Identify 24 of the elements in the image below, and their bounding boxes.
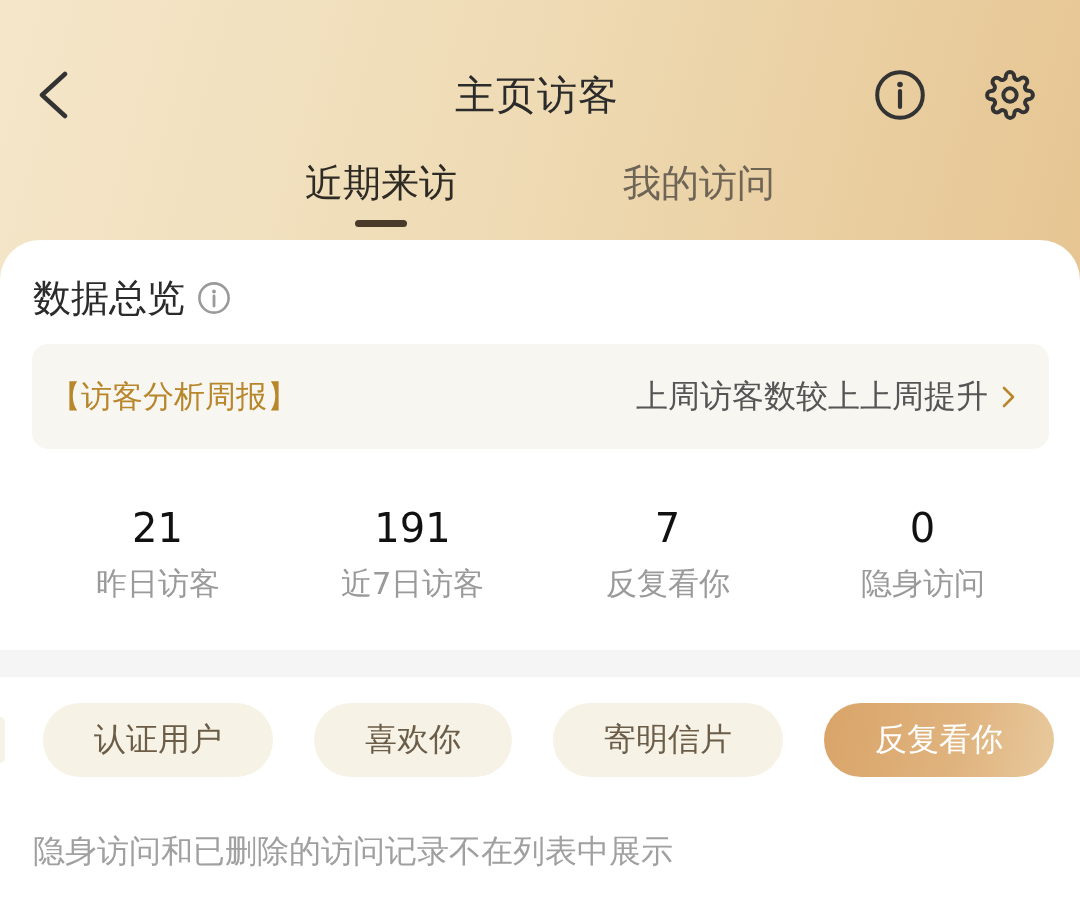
report-banner[interactable]: 【访客分析周报】 上周访客数较上上周提升 bbox=[32, 344, 1049, 449]
stat-value: 191 bbox=[374, 504, 451, 552]
section-title: 数据总览 bbox=[33, 276, 185, 320]
page-title: 主页访客 bbox=[454, 71, 619, 120]
report-summary: 上周访客数较上上周提升 bbox=[636, 375, 988, 417]
stat-value: 21 bbox=[132, 504, 183, 552]
note-text: 隐身访问和已删除的访问记录不在列表中展示 bbox=[33, 831, 673, 871]
chevron-right-icon bbox=[1002, 385, 1015, 408]
stat-label: 近7日访客 bbox=[340, 564, 485, 602]
info-icon[interactable] bbox=[875, 70, 925, 120]
stat-label: 昨日访客 bbox=[95, 564, 220, 602]
stat-value: 7 bbox=[654, 504, 681, 552]
settings-icon[interactable] bbox=[985, 70, 1035, 120]
tab[interactable]: 我的访问 bbox=[623, 160, 775, 227]
report-tag: 【访客分析周报】 bbox=[50, 375, 298, 418]
filter-chip[interactable]: 寄明信片 bbox=[553, 703, 783, 777]
filter-chip[interactable]: 认证用户 bbox=[43, 703, 273, 777]
stat-label: 隐身访问 bbox=[860, 564, 985, 602]
tab[interactable]: 近期来访 bbox=[305, 160, 457, 227]
back-icon[interactable] bbox=[38, 71, 68, 119]
filter-chip[interactable]: 喜欢你 bbox=[314, 703, 512, 777]
stat-label: 反复看你 bbox=[605, 564, 730, 602]
tab-indicator bbox=[355, 220, 407, 227]
stat-value: 0 bbox=[909, 504, 936, 552]
